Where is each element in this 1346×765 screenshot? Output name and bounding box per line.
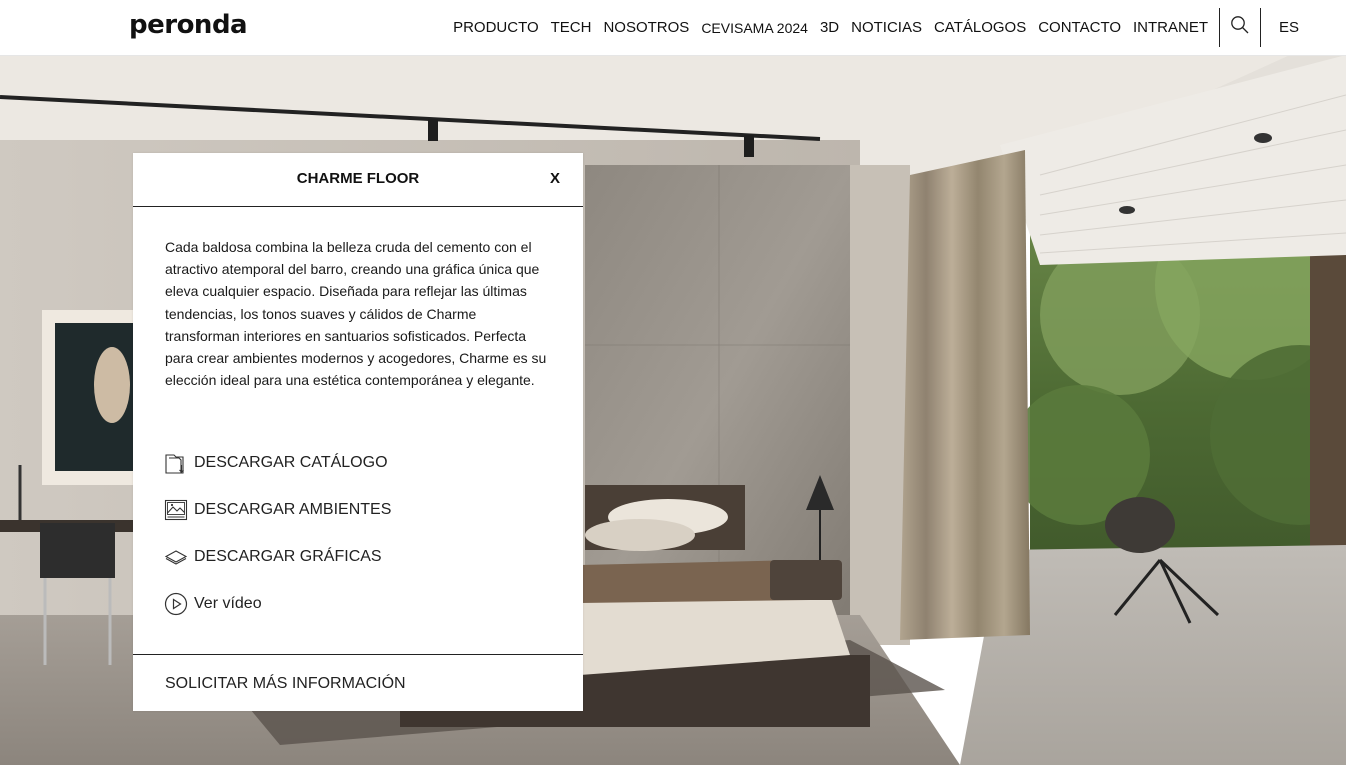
image-icon [164, 499, 188, 521]
search-icon [1231, 16, 1249, 34]
catalog-download-icon [165, 454, 184, 474]
nav-item-intranet[interactable]: INTRANET [1133, 19, 1208, 36]
nav-item-3d[interactable]: 3D [820, 19, 839, 36]
language-selector[interactable]: ES [1279, 19, 1299, 36]
tile-layers-icon [164, 550, 188, 565]
nav-item-contacto[interactable]: CONTACTO [1038, 19, 1121, 36]
nav-item-nosotros[interactable]: NOSOTROS [603, 19, 689, 36]
close-button[interactable]: X [550, 170, 560, 187]
download-graphics-label: DESCARGAR GRÁFICAS [194, 548, 382, 565]
watch-video-button[interactable]: Ver vídeo [164, 592, 391, 616]
modal-footer: SOLICITAR MÁS INFORMACIÓN [133, 654, 583, 712]
download-graphics-button[interactable]: DESCARGAR GRÁFICAS [164, 545, 391, 569]
download-catalog-label: DESCARGAR CATÁLOGO [194, 454, 388, 471]
nav-item-tech[interactable]: TECH [551, 19, 592, 36]
download-catalog-button[interactable]: DESCARGAR CATÁLOGO [164, 451, 391, 475]
main-nav: PRODUCTO TECH NOSOTROS CEVISAMA 2024 3D … [441, 0, 1208, 55]
nav-item-cevisama[interactable]: CEVISAMA 2024 [701, 20, 808, 36]
top-navigation-bar: peronda PRODUCTO TECH NOSOTROS CEVISAMA … [0, 0, 1346, 56]
nav-item-producto[interactable]: PRODUCTO [453, 19, 539, 36]
nav-divider [1219, 8, 1220, 47]
peronda-logo[interactable]: peronda [129, 10, 248, 40]
download-ambients-button[interactable]: DESCARGAR AMBIENTES [164, 498, 391, 522]
product-description: Cada baldosa combina la belleza cruda de… [165, 239, 547, 389]
search-button[interactable] [1228, 14, 1252, 38]
download-ambients-label: DESCARGAR AMBIENTES [194, 501, 392, 518]
modal-header: CHARME FLOOR X [133, 153, 583, 207]
product-info-modal: CHARME FLOOR X Cada baldosa combina la b… [133, 153, 583, 711]
request-info-link[interactable]: SOLICITAR MÁS INFORMACIÓN [165, 675, 406, 693]
nav-item-noticias[interactable]: NOTICIAS [851, 19, 922, 36]
modal-title: CHARME FLOOR [296, 170, 420, 187]
nav-item-catalogos[interactable]: CATÁLOGOS [934, 19, 1026, 36]
watch-video-label: Ver vídeo [194, 595, 262, 612]
download-actions: DESCARGAR CATÁLOGO DESCARGAR AMBIENTES D… [164, 451, 391, 639]
play-icon [164, 592, 188, 616]
nav-divider [1260, 8, 1261, 47]
